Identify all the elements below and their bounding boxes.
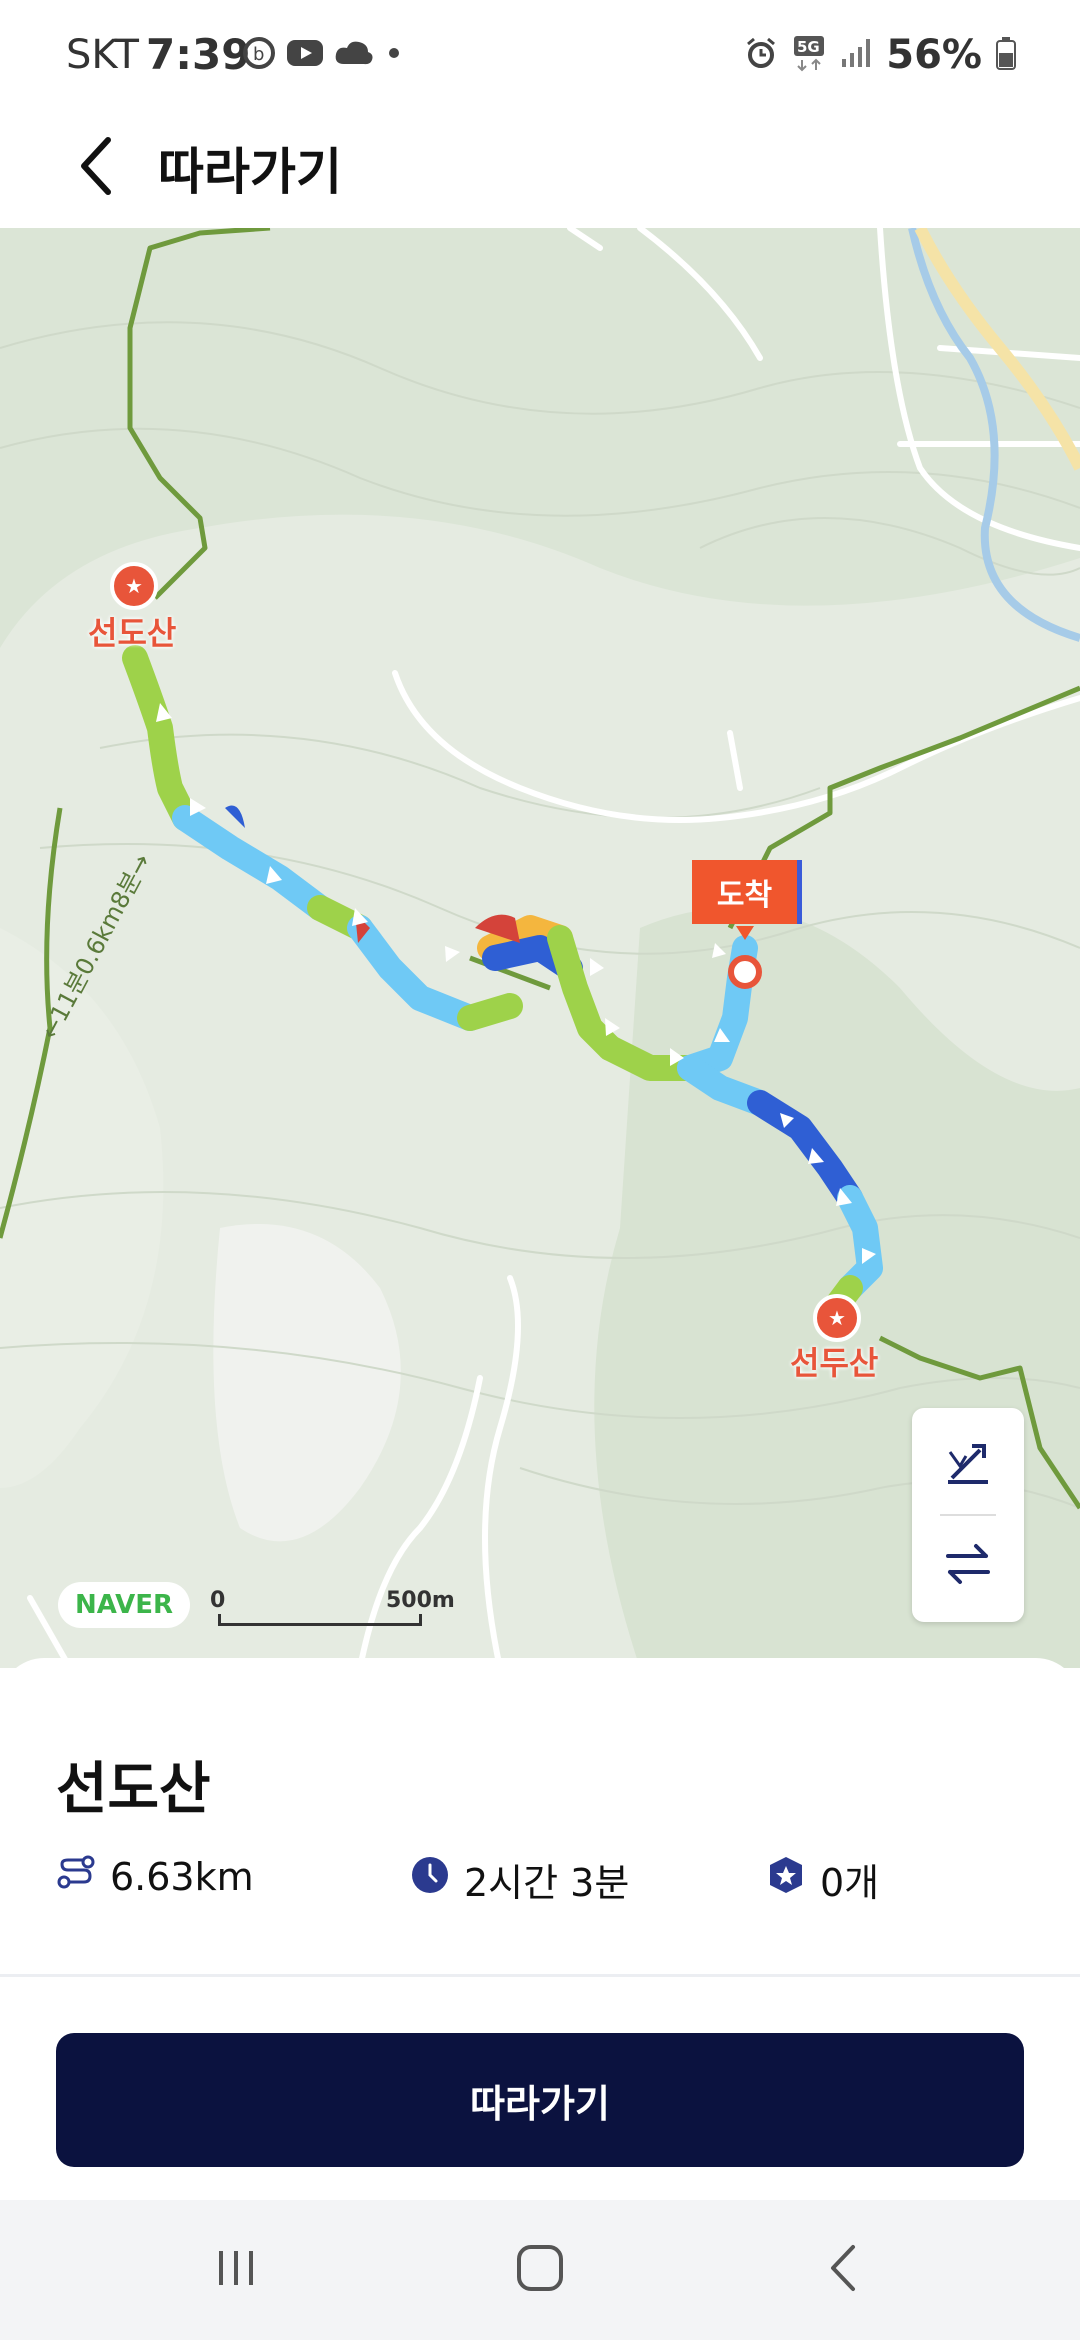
battery-percent: 56%: [886, 32, 982, 78]
map-view[interactable]: ★ 선도산 ★ 선두산 도착 ←11분0.6km8분→ NAVER 0 500m: [0, 228, 1080, 1668]
home-icon: [515, 2243, 565, 2297]
system-back-button[interactable]: [784, 2230, 904, 2310]
dot-icon: [384, 43, 404, 67]
naver-logo: NAVER: [58, 1582, 190, 1628]
map-controls: [912, 1408, 1024, 1622]
system-nav-bar: [0, 2200, 1080, 2340]
cloud-icon: [334, 38, 374, 72]
duration-stat: 2시간 3분: [410, 1852, 629, 1907]
start-pin-icon[interactable]: ★: [110, 562, 158, 610]
end-place-label: 선두산: [790, 1344, 879, 1382]
signal-icon: [840, 37, 872, 73]
chevron-left-icon: [76, 136, 116, 200]
b-app-icon: b: [242, 36, 276, 74]
scale-distance-label: 500m: [386, 1588, 455, 1613]
scale-zero-label: 0: [210, 1588, 226, 1613]
svg-text:5G: 5G: [797, 38, 820, 56]
stamp-badge-icon: [766, 1855, 806, 1904]
course-stats: 6.63km 2시간 3분 0개: [56, 1852, 1036, 1912]
route-icon: [56, 1852, 96, 1901]
duration-value: 2시간 3분: [464, 1861, 630, 1905]
alarm-icon: [744, 36, 778, 74]
stamps-stat: 0개: [766, 1852, 879, 1907]
page-title: 따라가기: [158, 143, 342, 201]
clock-icon: [410, 1855, 450, 1904]
status-time: 7:39: [146, 30, 251, 79]
back-button[interactable]: [56, 128, 136, 208]
app-header: 따라가기: [0, 110, 1080, 228]
start-place-label: 선도산: [88, 614, 177, 652]
home-button[interactable]: [480, 2230, 600, 2310]
youtube-icon: [286, 38, 324, 72]
scale-bar: [218, 1614, 422, 1626]
back-icon: [819, 2243, 869, 2297]
status-bar: SKT 7:39 b 5G 56%: [0, 0, 1080, 110]
battery-icon: [996, 36, 1016, 74]
svg-text:b: b: [253, 44, 264, 65]
carrier-label: SKT: [66, 32, 139, 78]
distance-stat: 6.63km: [56, 1852, 254, 1901]
swap-direction-button[interactable]: [912, 1516, 1024, 1616]
course-name: 선도산: [56, 1757, 211, 1822]
end-pin-icon[interactable]: ★: [813, 1294, 861, 1342]
recent-apps-button[interactable]: [176, 2230, 296, 2310]
stamps-value: 0개: [820, 1861, 880, 1905]
elevation-button[interactable]: [912, 1414, 1024, 1514]
recent-apps-icon: [211, 2243, 261, 2297]
elevation-icon: [942, 1436, 994, 1492]
5g-icon: 5G: [792, 34, 826, 76]
sheet-divider: [0, 1974, 1080, 1977]
follow-button[interactable]: 따라가기: [56, 2033, 1024, 2167]
swap-direction-icon: [942, 1538, 994, 1594]
course-info-sheet: 선도산 6.63km 2시간 3분 0개 따라가기: [0, 1658, 1080, 2200]
distance-value: 6.63km: [110, 1854, 254, 1899]
arrival-flag: 도착: [692, 860, 802, 924]
